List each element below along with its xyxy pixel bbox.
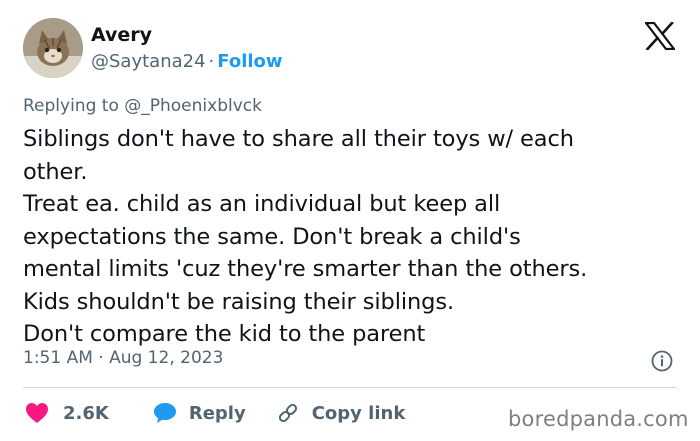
like-count: 2.6K [63, 402, 109, 424]
display-name[interactable]: Avery [91, 24, 152, 46]
replying-to: Replying to @_Phoenixblvck [23, 96, 262, 116]
heart-icon [26, 403, 48, 423]
reply-mention-link[interactable]: @_Phoenixblvck [124, 96, 262, 116]
replying-prefix: Replying to [23, 96, 119, 116]
info-icon[interactable] [651, 350, 673, 372]
tweet-line: Siblings don't have to share all their t… [23, 126, 574, 152]
separator-dot: · [208, 51, 215, 72]
x-logo-icon[interactable] [645, 22, 675, 50]
reply-label: Reply [188, 402, 246, 424]
tweet-line: Don't compare the kid to the parent [23, 321, 426, 347]
tweet-card: Avery @Saytana24 · Follow Replying to @_Ph… [0, 0, 700, 441]
tweet-timestamp[interactable]: 1:51 AM · Aug 12, 2023 [23, 348, 223, 368]
link-icon [278, 403, 297, 423]
reply-button[interactable]: Reply [153, 402, 246, 424]
user-handle[interactable]: @Saytana24 [91, 51, 206, 72]
tweet-text: Siblings don't have to share all their t… [23, 123, 683, 351]
tweet-line: Treat ea. child as an individual but kee… [23, 191, 501, 217]
copy-link-button[interactable]: Copy link [276, 401, 406, 425]
tweet-line: mental limits 'cuz they're smarter than … [23, 256, 588, 282]
tweet-line: expectations the same. Don't break a chi… [23, 223, 521, 250]
speech-bubble-icon [153, 403, 176, 423]
watermark: boredpanda.com [508, 407, 689, 431]
tweet-line: Kids shouldn't be raising their siblings… [23, 288, 455, 315]
handle-row: @Saytana24 · Follow [91, 51, 283, 72]
like-button[interactable]: 2.6K [25, 402, 109, 424]
divider [23, 387, 677, 388]
tweet-line: other. [23, 158, 88, 185]
copy-link-label: Copy link [311, 402, 406, 424]
action-bar: 2.6K Reply Copy link [25, 400, 405, 426]
avatar[interactable] [23, 18, 83, 78]
follow-button[interactable]: Follow [217, 51, 282, 72]
cat-avatar-image [23, 18, 83, 78]
